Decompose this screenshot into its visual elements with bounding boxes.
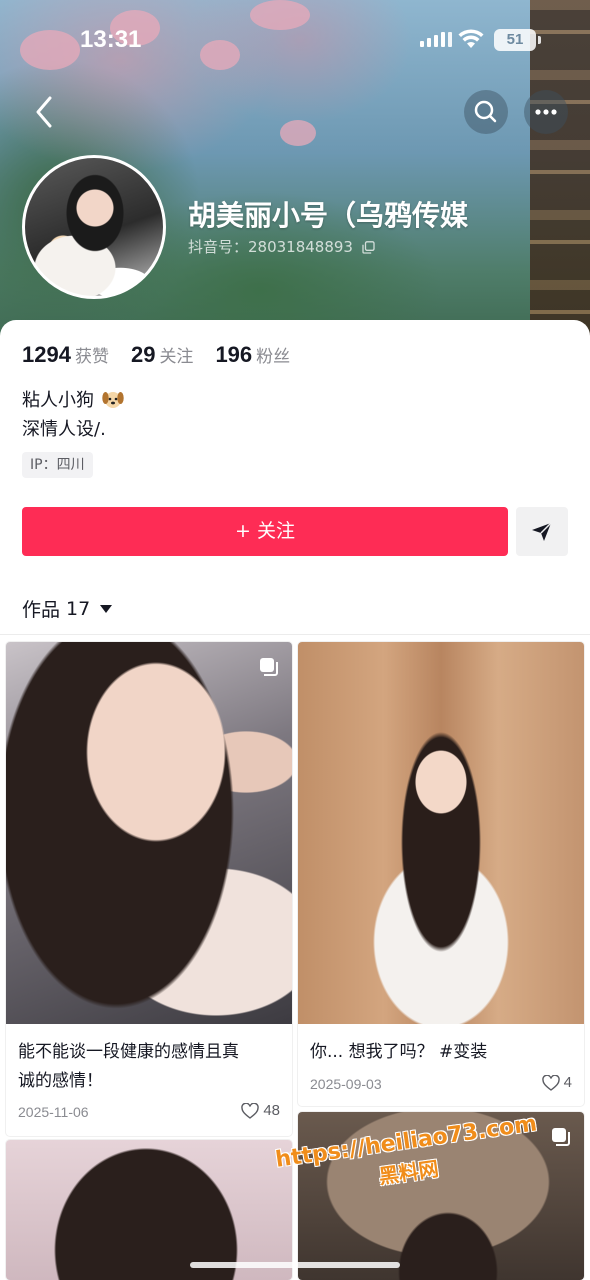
search-icon (474, 100, 497, 123)
post-likes[interactable]: 48 (241, 1102, 280, 1119)
post-card[interactable]: 能不能谈一段健康的感情且真 诚的感情！ 2025-11-06 48 (6, 642, 292, 1136)
post-title-line: 你... 想我了吗？ #变装 (310, 1042, 488, 1062)
douyin-id[interactable]: 抖音号：28031848893 (188, 236, 375, 257)
stat-following[interactable]: 29 关注 (131, 342, 193, 368)
stat-label: 粉丝 (256, 347, 291, 367)
home-indicator[interactable] (190, 1262, 400, 1268)
post-card[interactable]: 你... 想我了吗？ #变装 2025-09-03 4 (298, 642, 584, 1106)
post-thumbnail (6, 642, 292, 1024)
stat-followers[interactable]: 196 粉丝 (215, 342, 290, 368)
post-likes-count: 4 (563, 1074, 572, 1091)
avatar[interactable] (22, 155, 166, 299)
stat-value: 1294 (22, 342, 71, 367)
heart-icon (541, 1074, 560, 1091)
stat-label: 获赞 (74, 347, 109, 367)
tab-works-label: 作品 (22, 599, 61, 621)
back-arrow-icon[interactable] (26, 92, 62, 132)
caret-down-icon (100, 604, 113, 613)
dog-emoji-icon (102, 392, 124, 408)
signal-icon (420, 32, 452, 47)
follow-button[interactable]: + 关注 (22, 507, 508, 556)
divider (0, 634, 590, 635)
douyin-id-text: 抖音号：28031848893 (188, 238, 353, 256)
post-title-line: 能不能谈一段健康的感情且真 (18, 1042, 239, 1062)
stat-value: 29 (130, 342, 156, 367)
post-thumbnail (6, 1140, 292, 1280)
stat-label: 关注 (159, 347, 194, 367)
copy-icon[interactable] (362, 241, 375, 254)
more-dots-icon (535, 109, 557, 115)
multi-image-icon (552, 1128, 570, 1146)
multi-image-icon (260, 658, 278, 676)
cover-blossom (280, 120, 316, 146)
status-time: 13:31 (80, 26, 142, 53)
post-title-line: 诚的感情！ (18, 1071, 103, 1091)
tab-works[interactable]: 作品 17 (22, 595, 113, 622)
bio-line: 深情人设/. (22, 419, 106, 440)
wifi-icon (458, 29, 484, 48)
battery-indicator: 51 (494, 29, 541, 51)
post-date: 2025-09-03 (310, 1076, 382, 1092)
stat-value: 196 (215, 342, 253, 367)
search-button[interactable] (464, 90, 508, 134)
profile-bio: 粘人小狗 深情人设/. (22, 386, 124, 444)
status-bar: 13:31 51 (0, 20, 590, 60)
tab-works-count: 17 (66, 597, 91, 620)
share-button[interactable] (516, 507, 568, 556)
stat-likes[interactable]: 1294 获赞 (22, 342, 109, 368)
post-title: 你... 想我了吗？ #变装 (310, 1038, 487, 1067)
post-card[interactable] (6, 1140, 292, 1280)
heart-icon (241, 1102, 260, 1119)
post-thumbnail (298, 642, 584, 1024)
ip-location-tag: IP：四川 (22, 452, 93, 478)
profile-stats: 1294 获赞 29 关注 196 粉丝 (22, 342, 290, 368)
send-icon (532, 522, 552, 541)
post-likes[interactable]: 4 (541, 1074, 572, 1091)
profile-name: 胡美丽小号（乌鸦传媒 (188, 199, 469, 232)
post-likes-count: 48 (263, 1102, 280, 1119)
bio-line: 粘人小狗 (22, 390, 94, 411)
post-title: 能不能谈一段健康的感情且真 诚的感情！ (18, 1038, 239, 1096)
more-options-button[interactable] (524, 90, 568, 134)
post-date: 2025-11-06 (18, 1104, 89, 1120)
